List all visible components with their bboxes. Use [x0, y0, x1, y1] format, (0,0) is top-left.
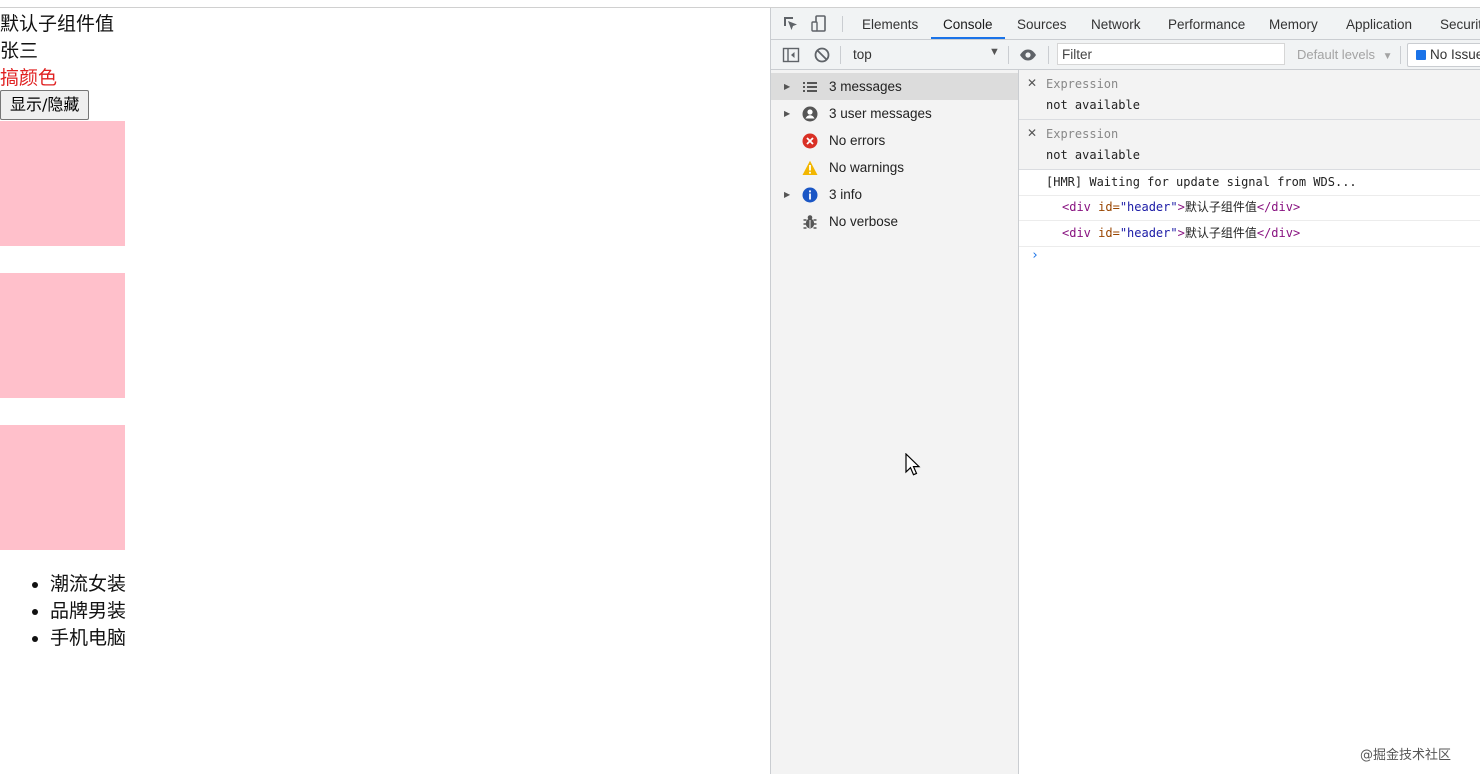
error-icon — [802, 133, 818, 149]
console-message[interactable]: <div id="header">默认子组件值</div> — [1019, 221, 1480, 247]
expression-name: Expression — [1046, 77, 1119, 91]
sidebar-item-label: No errors — [829, 133, 886, 148]
device-toolbar-icon[interactable] — [811, 15, 829, 33]
html-text: 默认子组件值 — [1184, 200, 1257, 214]
devtools-panel: Elements Console Sources Network Perform… — [770, 8, 1480, 774]
list-item: 品牌男装 — [50, 598, 126, 625]
chevron-down-icon: ▼ — [1382, 51, 1393, 62]
info-icon — [802, 187, 818, 203]
tab-elements[interactable]: Elements — [862, 8, 918, 39]
sidebar-toggle-icon[interactable] — [782, 46, 800, 64]
app-page: 默认子组件值 张三 搞颜色 显示/隐藏 潮流女装 品牌男装 手机电脑 — [0, 8, 770, 774]
html-attr: id= — [1090, 226, 1120, 240]
header-text: 默认子组件值 — [0, 13, 115, 35]
filter-input[interactable]: Filter — [1057, 43, 1285, 65]
html-attr-value: "header" — [1119, 226, 1178, 240]
mouse-cursor-icon — [905, 453, 921, 476]
chevron-down-icon: ▼ — [989, 46, 1000, 58]
close-icon[interactable]: ✕ — [1027, 76, 1037, 90]
context-select[interactable]: top — [853, 47, 872, 62]
html-attr: id= — [1090, 200, 1120, 214]
tab-network[interactable]: Network — [1091, 8, 1141, 39]
list-item: 潮流女装 — [50, 571, 126, 598]
tab-sources[interactable]: Sources — [1017, 8, 1067, 39]
console-message: [HMR] Waiting for update signal from WDS… — [1019, 170, 1480, 196]
list-icon — [803, 82, 817, 92]
issue-flag-icon — [1416, 50, 1426, 60]
tab-application[interactable]: Application — [1346, 8, 1412, 39]
divider — [840, 46, 841, 64]
sidebar-item-label: 3 user messages — [829, 106, 932, 121]
sidebar-item-errors[interactable]: No errors — [771, 127, 1018, 154]
html-tag: > — [1177, 200, 1185, 214]
html-attr-value: "header" — [1119, 200, 1178, 214]
pink-box — [0, 425, 125, 550]
watermark: @掘金技术社区 — [1360, 748, 1452, 763]
pink-box — [0, 121, 125, 246]
category-list: 潮流女装 品牌男装 手机电脑 — [0, 571, 126, 652]
divider — [1008, 46, 1009, 64]
expression-value: not available — [1046, 98, 1140, 112]
expand-arrow-icon[interactable]: ▶ — [784, 73, 790, 100]
clear-console-icon[interactable] — [813, 46, 831, 64]
console-message[interactable]: <div id="header">默认子组件值</div> — [1019, 195, 1480, 221]
html-tag: <div — [1062, 200, 1091, 214]
live-expression-eye-icon[interactable] — [1019, 46, 1037, 64]
expand-arrow-icon[interactable]: ▶ — [784, 100, 790, 127]
html-tag: </div> — [1256, 226, 1301, 240]
expand-arrow-icon[interactable]: ▶ — [784, 181, 790, 208]
issues-label: No Issue — [1430, 47, 1480, 62]
sidebar-item-info[interactable]: ▶ 3 info — [771, 181, 1018, 208]
tab-security[interactable]: Securit — [1440, 8, 1480, 39]
sidebar-item-label: 3 info — [829, 187, 863, 202]
tab-performance[interactable]: Performance — [1168, 8, 1245, 39]
devtools-tabbar: Elements Console Sources Network Perform… — [771, 8, 1480, 40]
divider — [1400, 46, 1401, 64]
console-prompt[interactable]: › — [1031, 248, 1039, 263]
sidebar-item-messages[interactable]: ▶ 3 messages — [771, 73, 1018, 100]
list-item: 手机电脑 — [50, 625, 126, 652]
pink-box — [0, 273, 125, 398]
bug-icon — [803, 215, 817, 229]
html-text: 默认子组件值 — [1184, 226, 1257, 240]
sidebar-item-warnings[interactable]: No warnings — [771, 154, 1018, 181]
divider — [1048, 46, 1049, 64]
expression-value: not available — [1046, 148, 1140, 162]
user-icon — [802, 106, 818, 122]
divider — [842, 16, 843, 32]
sidebar-item-label: 3 messages — [829, 79, 902, 94]
console-output: ✕ Expression not available ✕ Expression … — [1019, 70, 1480, 774]
warning-icon — [802, 160, 818, 175]
tab-memory[interactable]: Memory — [1269, 8, 1318, 39]
sidebar-item-label: No warnings — [829, 160, 905, 175]
sidebar-item-label: No verbose — [829, 214, 899, 229]
html-tag: </div> — [1256, 200, 1301, 214]
issues-button[interactable]: No Issue — [1407, 43, 1480, 67]
log-levels-label: Default levels — [1297, 47, 1376, 62]
sidebar-item-user-messages[interactable]: ▶ 3 user messages — [771, 100, 1018, 127]
live-expression: ✕ Expression not available — [1019, 120, 1480, 170]
tab-console[interactable]: Console — [931, 8, 1005, 39]
live-expression: ✕ Expression not available — [1019, 70, 1480, 120]
inspect-element-icon[interactable] — [782, 15, 800, 33]
log-levels-dropdown[interactable]: Default levels ▼ — [1297, 47, 1393, 62]
toggle-visibility-button[interactable]: 显示/隐藏 — [0, 90, 90, 120]
name-text: 张三 — [0, 40, 39, 62]
expression-name: Expression — [1046, 127, 1119, 141]
html-tag: > — [1177, 226, 1185, 240]
sidebar-item-verbose[interactable]: No verbose — [771, 208, 1018, 235]
close-icon[interactable]: ✕ — [1027, 126, 1037, 140]
html-tag: <div — [1062, 226, 1091, 240]
console-sidebar: ▶ 3 messages ▶ 3 user messages No errors — [771, 70, 1019, 774]
console-toolbar: top ▼ Filter Default levels ▼ No Issue — [771, 40, 1480, 70]
color-text: 搞颜色 — [0, 67, 58, 89]
